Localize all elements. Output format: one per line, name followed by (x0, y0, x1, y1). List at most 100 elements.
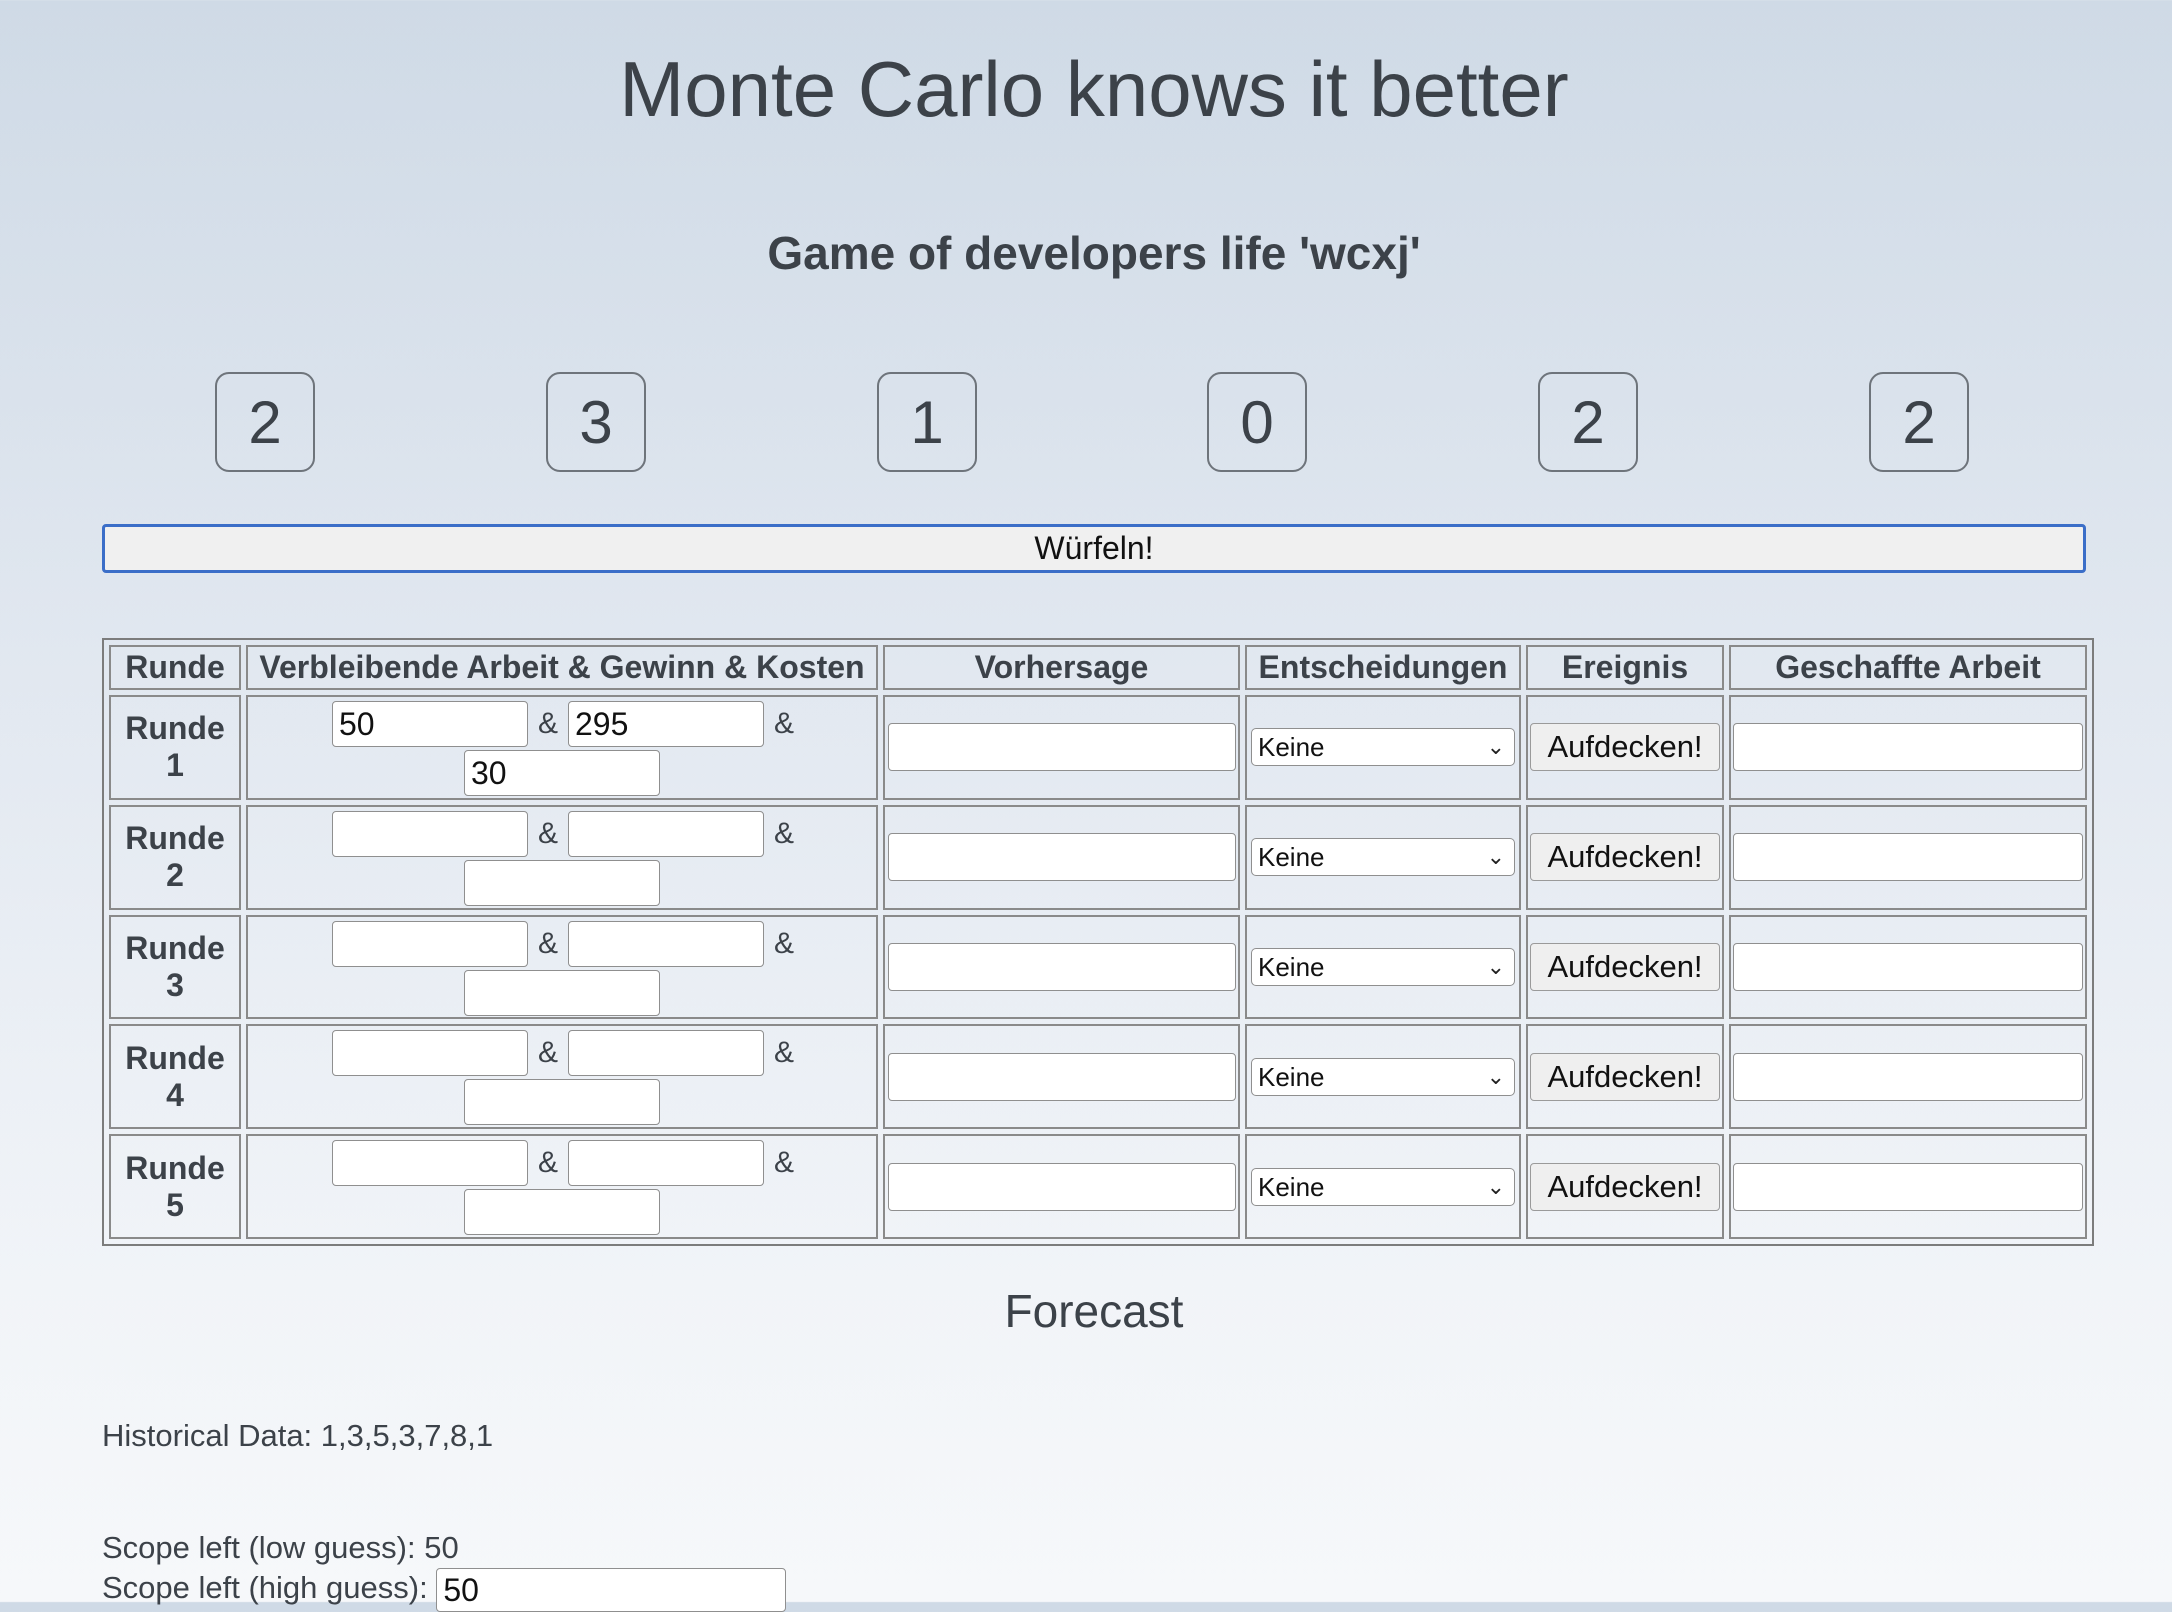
costs-input[interactable] (464, 1189, 660, 1236)
reveal-event-button[interactable]: Aufdecken! (1530, 1162, 1720, 1211)
decision-select[interactable]: Keine (1251, 947, 1515, 986)
forecast-input[interactable] (887, 833, 1236, 882)
scope-low-guess-text: Scope left (low guess): 50 (102, 1530, 459, 1565)
header-decisions: Entscheidungen (1245, 645, 1521, 690)
forecast-cell (883, 804, 1240, 910)
profit-input[interactable] (568, 701, 764, 747)
separator: & (538, 707, 559, 740)
separator: & (538, 816, 559, 850)
forecast-input[interactable] (887, 1052, 1236, 1101)
decision-select[interactable]: Keine (1251, 838, 1515, 877)
die-5: 2 (1538, 372, 1638, 472)
round-word: Runde (125, 929, 225, 966)
header-event: Ereignis (1526, 645, 1724, 690)
round-label: Runde 2 (109, 804, 241, 910)
separator: & (774, 926, 795, 960)
historical-data-text: Historical Data: 1,3,5,3,7,8,1 (102, 1418, 494, 1453)
profit-input[interactable] (568, 1140, 764, 1187)
decision-cell: Keine ⌄ (1245, 914, 1521, 1020)
profit-input[interactable] (568, 810, 764, 857)
decision-cell: Keine ⌄ (1245, 1134, 1521, 1239)
decision-select[interactable]: Keine (1251, 1167, 1515, 1206)
work-done-input[interactable] (1733, 833, 2083, 882)
separator: & (774, 816, 795, 850)
work-profit-costs-cell: & & (246, 914, 878, 1020)
forecast-input[interactable] (887, 723, 1236, 772)
profit-input[interactable] (568, 920, 764, 967)
table-row: Runde 1 & & Keine ⌄ (109, 695, 2087, 800)
decision-cell: Keine ⌄ (1245, 1024, 1521, 1130)
reveal-event-button[interactable]: Aufdecken! (1530, 833, 1720, 882)
round-number: 3 (166, 966, 184, 1003)
forecast-cell (883, 695, 1240, 800)
round-word: Runde (125, 710, 225, 747)
decision-select[interactable]: Keine (1251, 728, 1515, 767)
separator: & (538, 1146, 559, 1180)
roll-dice-button[interactable]: Würfeln! (102, 524, 2086, 573)
remaining-work-input[interactable] (332, 920, 528, 967)
work-profit-costs-cell: & & (246, 804, 878, 910)
costs-input[interactable] (464, 1079, 660, 1126)
round-label: Runde 5 (109, 1134, 241, 1239)
costs-input[interactable] (464, 969, 660, 1016)
round-number: 2 (166, 857, 184, 894)
header-remaining-work: Verbleibende Arbeit & Gewinn & Kosten (246, 645, 878, 690)
work-done-input[interactable] (1733, 942, 2083, 991)
die-3: 1 (877, 372, 977, 472)
table-row: Runde 3 & & Keine ⌄ Aufdecken! (109, 914, 2087, 1020)
separator: & (774, 1146, 795, 1180)
round-label: Runde 1 (109, 695, 241, 800)
work-done-cell (1729, 695, 2087, 800)
work-done-input[interactable] (1733, 1162, 2083, 1211)
work-done-input[interactable] (1733, 1052, 2083, 1101)
remaining-work-input[interactable] (332, 701, 528, 747)
work-done-cell (1729, 804, 2087, 910)
forecast-cell (883, 1024, 1240, 1130)
game-subtitle: Game of developers life 'wcxj' (767, 227, 1421, 279)
remaining-work-input[interactable] (332, 1140, 528, 1187)
work-done-input[interactable] (1733, 723, 2083, 772)
scope-high-guess-label: Scope left (high guess): (102, 1570, 428, 1606)
round-number: 1 (166, 747, 184, 784)
costs-input[interactable] (464, 750, 660, 796)
table-row: Runde 4 & & Keine ⌄ Aufdecken! (109, 1024, 2087, 1130)
decision-cell: Keine ⌄ (1245, 695, 1521, 800)
scope-high-guess-input[interactable] (436, 1568, 787, 1612)
separator: & (774, 707, 795, 740)
reveal-event-button[interactable]: Aufdecken! (1530, 723, 1720, 772)
table-header-row: Runde Verbleibende Arbeit & Gewinn & Kos… (109, 645, 2087, 690)
round-word: Runde (125, 820, 225, 857)
die-1: 2 (215, 372, 315, 472)
die-4: 0 (1207, 372, 1307, 472)
round-word: Runde (125, 1149, 225, 1186)
remaining-work-input[interactable] (332, 1030, 528, 1077)
event-cell: Aufdecken! (1526, 914, 1724, 1020)
die-2: 3 (546, 372, 646, 472)
round-word: Runde (125, 1039, 225, 1076)
work-done-cell (1729, 914, 2087, 1020)
rounds-table: Runde Verbleibende Arbeit & Gewinn & Kos… (102, 638, 2094, 1246)
reveal-event-button[interactable]: Aufdecken! (1530, 942, 1720, 991)
event-cell: Aufdecken! (1526, 1024, 1724, 1130)
forecast-input[interactable] (887, 1162, 1236, 1211)
decision-cell: Keine ⌄ (1245, 804, 1521, 910)
separator: & (538, 926, 559, 960)
reveal-event-button[interactable]: Aufdecken! (1530, 1052, 1720, 1101)
event-cell: Aufdecken! (1526, 1134, 1724, 1239)
forecast-cell (883, 1134, 1240, 1239)
scope-high-guess-row: Scope left (high guess): (102, 1568, 787, 1612)
work-done-cell (1729, 1134, 2087, 1239)
separator: & (538, 1036, 559, 1070)
die-6: 2 (1869, 372, 1969, 472)
decision-select[interactable]: Keine (1251, 1057, 1515, 1096)
round-number: 4 (166, 1076, 184, 1113)
event-cell: Aufdecken! (1526, 695, 1724, 800)
header-work-done: Geschaffte Arbeit (1729, 645, 2087, 690)
page-title: Monte Carlo knows it better (619, 45, 1569, 133)
forecast-input[interactable] (887, 942, 1236, 991)
remaining-work-input[interactable] (332, 810, 528, 857)
profit-input[interactable] (568, 1030, 764, 1077)
separator: & (774, 1036, 795, 1070)
round-label: Runde 3 (109, 914, 241, 1020)
costs-input[interactable] (464, 859, 660, 906)
